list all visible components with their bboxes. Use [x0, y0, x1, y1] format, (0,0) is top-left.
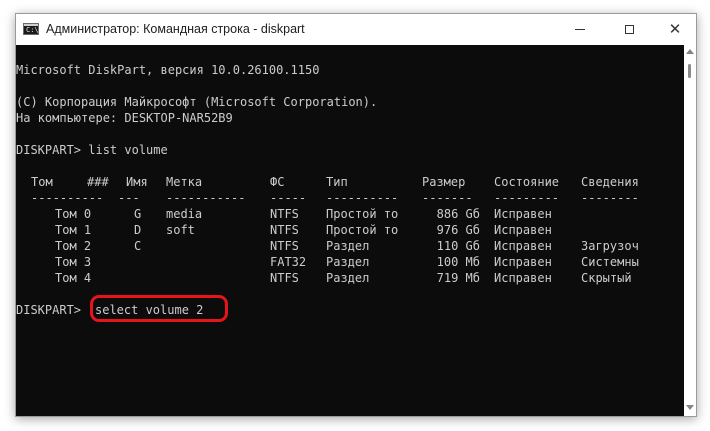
row-info: Системны [581, 255, 639, 269]
row-status: Исправен [494, 223, 552, 237]
row-type: Простой то [326, 223, 399, 237]
diskpart-prompt: DISKPART> [16, 303, 89, 317]
separator-type: ---------- [326, 191, 399, 205]
command-highlight-outline [90, 295, 228, 322]
computer-line: На компьютере: DESKTOP-NAR52B9 [16, 111, 233, 125]
separator-vol-num: ---------- [31, 191, 104, 205]
row-letter: D [134, 223, 142, 237]
close-button[interactable]: ✕ [652, 14, 696, 45]
header-vol: Том [31, 175, 53, 189]
maximize-button[interactable] [606, 14, 652, 45]
row-vol: Том 0 [55, 207, 92, 221]
header-type: Тип [326, 175, 348, 189]
row-letter: G [134, 207, 142, 221]
cmd-icon: C:\ [23, 23, 39, 35]
title-bar[interactable]: C:\ Администратор: Командная строка - di… [16, 14, 696, 45]
version-line: Microsoft DiskPart, версия 10.0.26100.11… [16, 63, 320, 77]
row-vol: Том 2 [55, 239, 92, 253]
row-type: Раздел [326, 239, 370, 253]
row-fs: NTFS [270, 271, 299, 285]
row-label: media [166, 207, 203, 221]
row-size: 886 Gб [436, 207, 480, 221]
row-type: Простой то [326, 207, 399, 221]
scroll-up-arrow-icon[interactable] [686, 49, 694, 54]
row-type: Раздел [326, 271, 370, 285]
row-fs: NTFS [270, 207, 299, 221]
minimize-icon [575, 29, 585, 30]
separator-fs: ----- [270, 191, 307, 205]
row-type: Раздел [326, 255, 370, 269]
console-output[interactable]: Microsoft DiskPart, версия 10.0.26100.11… [16, 45, 684, 416]
close-icon: ✕ [668, 20, 682, 38]
scroll-thumb[interactable] [688, 64, 691, 78]
row-letter: C [134, 239, 142, 253]
separator-info: -------- [581, 191, 639, 205]
row-status: Исправен [494, 207, 552, 221]
row-vol: Том 3 [55, 255, 92, 269]
header-status: Состояние [494, 175, 560, 189]
row-size: 110 Gб [436, 239, 480, 253]
row-fs: NTFS [270, 223, 299, 237]
row-label: soft [166, 223, 195, 237]
row-fs: FAT32 [270, 255, 307, 269]
header-size: Размер [422, 175, 466, 189]
row-info: Загрузоч [581, 239, 639, 253]
separator-label: ----------- [166, 191, 246, 205]
row-fs: NTFS [270, 239, 299, 253]
cmd-icon-glyph: C:\ [26, 26, 39, 34]
header-letter: Имя [126, 175, 148, 189]
scroll-down-arrow-icon[interactable] [686, 405, 694, 410]
maximize-icon [624, 25, 634, 34]
minimize-button[interactable] [557, 14, 603, 45]
copyright-line: (C) Корпорация Майкрософт (Microsoft Cor… [16, 95, 378, 109]
row-vol: Том 4 [55, 271, 92, 285]
command-list-volume: DISKPART> list volume [16, 143, 168, 157]
header-fs: ФС [270, 175, 285, 189]
row-info: Скрытый [581, 271, 632, 285]
header-info: Сведения [581, 175, 639, 189]
separator-letter: --- [118, 191, 140, 205]
header-num: ### [87, 175, 109, 189]
cmd-window: C:\ Администратор: Командная строка - di… [15, 13, 697, 417]
row-size: 976 Gб [436, 223, 480, 237]
header-label: Метка [166, 175, 203, 189]
row-size: 719 Mб [436, 271, 480, 285]
separator-size: ------- [422, 191, 473, 205]
row-status: Исправен [494, 271, 552, 285]
separator-status: --------- [494, 191, 560, 205]
window-title: Администратор: Командная строка - diskpa… [46, 22, 305, 36]
row-status: Исправен [494, 239, 552, 253]
row-status: Исправен [494, 255, 552, 269]
row-vol: Том 1 [55, 223, 92, 237]
vertical-scrollbar[interactable] [684, 45, 696, 416]
row-size: 100 Mб [436, 255, 480, 269]
